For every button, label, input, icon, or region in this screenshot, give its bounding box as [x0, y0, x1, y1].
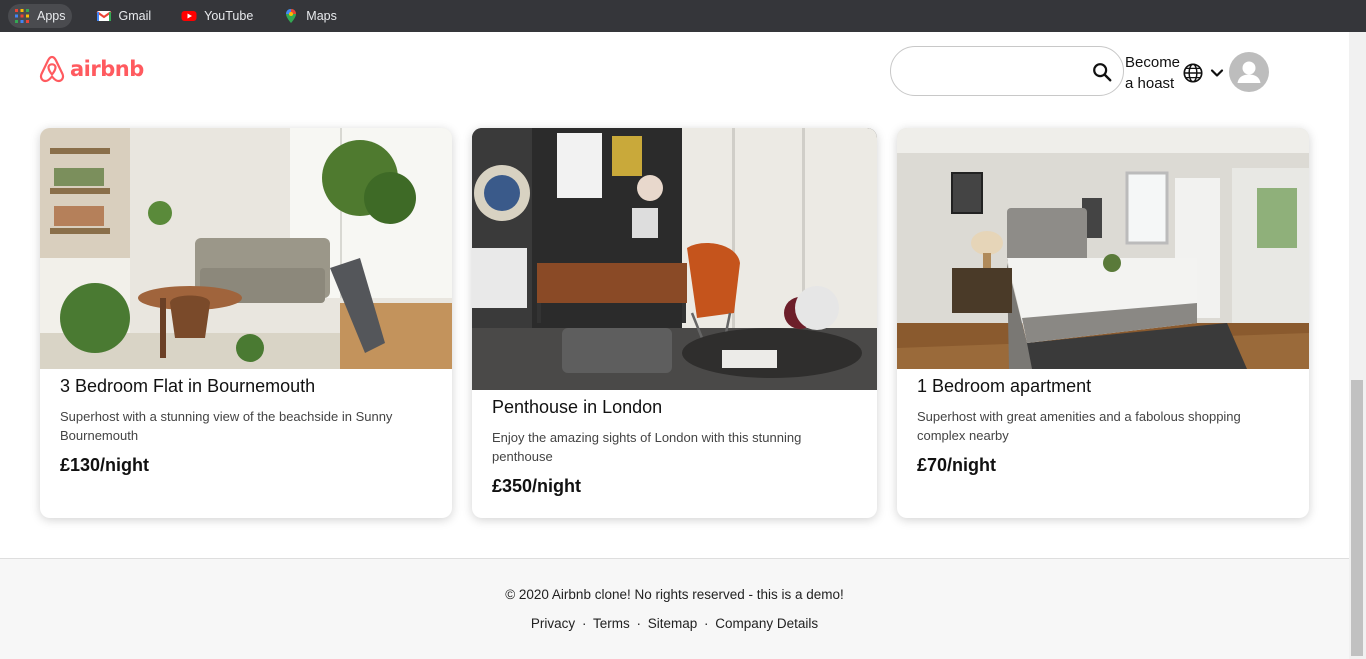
listing-photo-living-room	[40, 128, 452, 369]
footer-link-sitemap[interactable]: Sitemap	[648, 616, 698, 631]
listing-title: 3 Bedroom Flat in Bournemouth	[60, 376, 316, 396]
bookmark-maps[interactable]: Maps	[277, 4, 343, 28]
listing-photo-bedroom	[897, 128, 1309, 369]
footer-links: Privacy · Terms · Sitemap · Company Deta…	[0, 616, 1349, 631]
bookmark-apps[interactable]: Apps	[8, 4, 72, 28]
listing-card[interactable]: 1 Bedroom apartment Superhost with great…	[897, 128, 1309, 518]
site-footer: © 2020 Airbnb clone! No rights reserved …	[0, 558, 1349, 659]
airbnb-belo-icon	[39, 55, 65, 83]
become-host-link[interactable]: Become a hoast	[1125, 52, 1180, 94]
search-input[interactable]	[909, 59, 1083, 85]
scrollbar-thumb[interactable]	[1351, 380, 1363, 656]
become-host-line2: a hoast	[1125, 75, 1175, 92]
listing-price: £350/night	[492, 476, 582, 496]
gmail-icon	[95, 11, 112, 21]
listing-card[interactable]: Penthouse in London Enjoy the amazing si…	[472, 128, 877, 518]
avatar[interactable]	[1229, 52, 1269, 92]
logo-text: airbnb	[70, 57, 144, 81]
copyright-text: © 2020 Airbnb clone! No rights reserved …	[505, 587, 844, 602]
listing-title: 1 Bedroom apartment	[917, 376, 1092, 396]
footer-link-company-details[interactable]: Company Details	[715, 616, 818, 631]
bookmark-label: YouTube	[204, 9, 254, 23]
page-scrollbar[interactable]	[1349, 32, 1366, 659]
footer-link-privacy[interactable]: Privacy	[531, 616, 575, 631]
maps-pin-icon	[286, 9, 297, 23]
apps-grid-icon	[15, 9, 29, 23]
bookmark-label: Maps	[306, 9, 337, 23]
listing-description: Superhost with great amenities and a fab…	[917, 409, 1241, 443]
footer-separator: ·	[704, 616, 709, 631]
listing-description: Superhost with a stunning view of the be…	[60, 409, 393, 443]
footer-separator: ·	[581, 616, 587, 631]
airbnb-logo[interactable]: airbnb	[38, 54, 144, 84]
listing-price: £70/night	[917, 455, 997, 475]
site-header: airbnb Become a hoast	[0, 32, 1349, 112]
chevron-down-icon[interactable]	[1209, 65, 1225, 81]
search-bar[interactable]	[890, 46, 1124, 96]
bookmark-gmail[interactable]: Gmail	[90, 4, 158, 28]
listing-description: Enjoy the amazing sights of London with …	[492, 430, 802, 464]
user-icon	[1237, 61, 1261, 83]
listing-title: Penthouse in London	[492, 397, 663, 417]
footer-separator: ·	[636, 616, 641, 631]
youtube-icon	[181, 11, 197, 21]
bookmark-label: Apps	[37, 9, 66, 23]
listing-card[interactable]: 3 Bedroom Flat in Bournemouth Superhost …	[40, 128, 452, 518]
search-icon[interactable]	[1091, 61, 1113, 83]
globe-icon[interactable]	[1182, 62, 1204, 84]
bookmark-youtube[interactable]: YouTube	[175, 4, 259, 28]
bookmarks-bar: Apps Gmail YouTube Maps	[0, 0, 1366, 32]
listing-photo-penthouse	[472, 128, 877, 390]
listing-price: £130/night	[60, 455, 150, 475]
become-host-line1: Become	[1125, 54, 1181, 71]
footer-link-terms[interactable]: Terms	[593, 616, 630, 631]
bookmark-label: Gmail	[118, 9, 152, 23]
